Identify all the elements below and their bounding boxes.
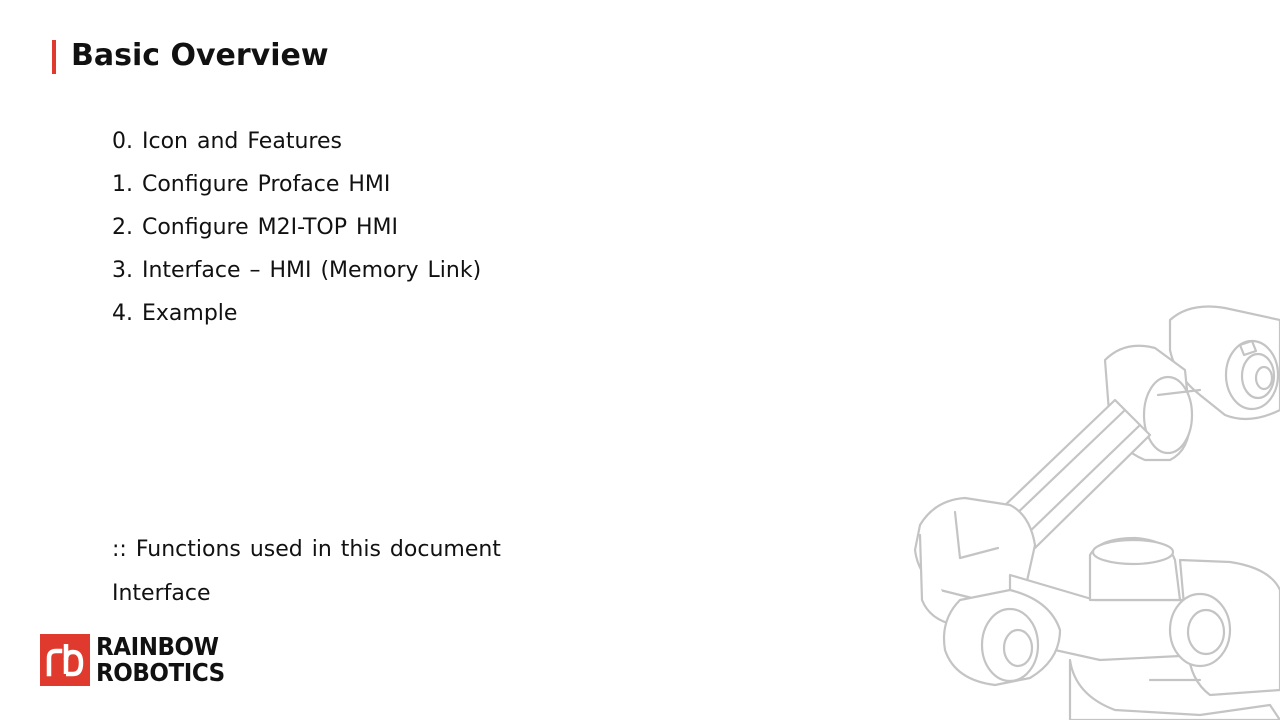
functions-value: Interface <box>112 581 211 606</box>
logo-wordmark: RAINBOW ROBOTICS <box>96 634 225 686</box>
toc-item: 0. Icon and Features <box>112 129 342 154</box>
toc-item: 1. Configure Proface HMI <box>112 172 391 197</box>
functions-label: :: Functions used in this document <box>112 537 501 562</box>
logo-line-1: RAINBOW <box>96 632 219 661</box>
logo-line-2: ROBOTICS <box>96 658 225 687</box>
table-of-contents: 0. Icon and Features 1. Configure Profac… <box>112 120 481 335</box>
robot-arm-illustration <box>913 305 1280 720</box>
slide-title: Basic Overview <box>71 38 329 73</box>
toc-item: 4. Example <box>112 301 238 326</box>
toc-item: 2. Configure M2I-TOP HMI <box>112 215 399 240</box>
title-accent-bar <box>52 40 56 74</box>
slide: Basic Overview 0. Icon and Features 1. C… <box>0 0 1280 720</box>
company-logo: RAINBOW ROBOTICS <box>40 634 236 686</box>
logo-mark-icon <box>40 634 90 686</box>
toc-item: 3. Interface – HMI (Memory Link) <box>112 258 482 283</box>
